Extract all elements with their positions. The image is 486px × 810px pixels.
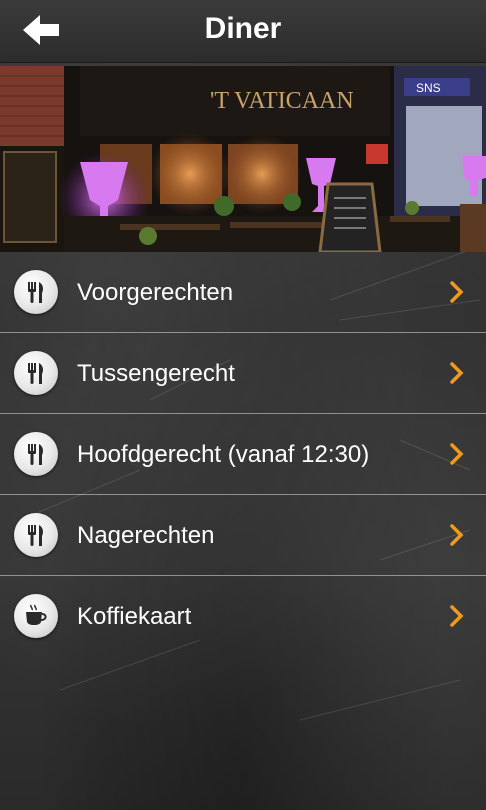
cutlery-icon: [14, 513, 58, 557]
menu-item-voorgerechten[interactable]: Voorgerechten: [0, 252, 486, 333]
chevron-right-icon: [450, 524, 464, 546]
cutlery-icon: [14, 270, 58, 314]
coffee-cup-icon: [14, 594, 58, 638]
menu-item-hoofdgerecht[interactable]: Hoofdgerecht (vanaf 12:30): [0, 414, 486, 495]
svg-text:SNS: SNS: [416, 81, 441, 95]
chevron-right-icon: [450, 362, 464, 384]
menu-item-label: Nagerechten: [77, 522, 215, 549]
menu-item-koffiekaart[interactable]: Koffiekaart: [0, 576, 486, 656]
restaurant-photo: 'T VATICAAN SNS: [0, 66, 486, 252]
menu-item-label: Tussengerecht: [77, 360, 235, 387]
menu-item-label: Voorgerechten: [77, 279, 234, 306]
chevron-right-icon: [450, 281, 464, 303]
menu-item-tussengerecht[interactable]: Tussengerecht: [0, 333, 486, 414]
cutlery-icon: [14, 351, 58, 395]
svg-text:'T VATICAAN: 'T VATICAAN: [210, 88, 354, 114]
chevron-right-icon: [450, 605, 464, 627]
menu-item-nagerechten[interactable]: Nagerechten: [0, 495, 486, 576]
navigation-bar: Diner: [0, 0, 486, 63]
menu-item-label: Koffiekaart: [77, 603, 192, 630]
menu-list: Voorgerechten Tussengerecht Hoofdgerecht…: [0, 252, 486, 656]
chevron-right-icon: [450, 443, 464, 465]
page-title: Diner: [204, 12, 282, 45]
cutlery-icon: [14, 432, 58, 476]
menu-item-label: Hoofdgerecht (vanaf 12:30): [77, 441, 370, 468]
